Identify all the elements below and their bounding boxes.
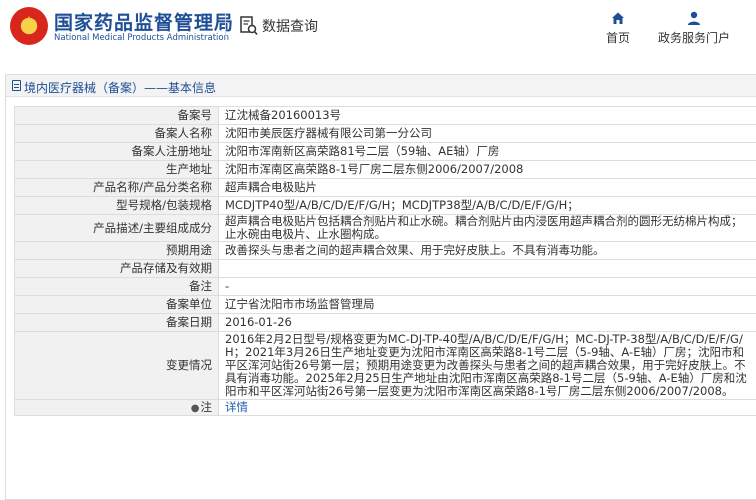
field-value: 沈阳市美辰医疗器械有限公司第一分公司 xyxy=(218,124,756,143)
field-label: 备案号 xyxy=(14,106,219,125)
document-icon xyxy=(12,80,21,91)
nmpa-emblem-icon xyxy=(10,7,48,45)
field-label: 变更情况 xyxy=(14,331,219,400)
field-value: 沈阳市浑南新区高荣路81号二层（59轴、AE轴）厂房 xyxy=(218,142,756,161)
field-label: 注 xyxy=(200,399,213,414)
table-row: 产品名称/产品分类名称 超声耦合电极贴片 xyxy=(14,178,756,197)
field-value: 辽宁省沈阳市市场监督管理局 xyxy=(218,295,756,314)
table-row: 备注 - xyxy=(14,277,756,296)
field-label: 备案日期 xyxy=(14,313,219,332)
field-value xyxy=(218,259,756,278)
field-value: 详情 xyxy=(218,399,756,416)
site-header: 国家药品监督管理局 National Medical Products Admi… xyxy=(0,0,756,56)
table-row: ●注 详情 xyxy=(14,399,756,416)
field-value: 超声耦合电极贴片 xyxy=(218,178,756,197)
nav-service-label: 政务服务门户 xyxy=(657,31,730,45)
header-divider xyxy=(225,13,226,39)
field-label: 产品存储及有效期 xyxy=(14,259,219,278)
field-value: MCDJTP40型/A/B/C/D/E/F/G/H；MCDJTP38型/A/B/… xyxy=(218,196,756,215)
section-header: 境内医疗器械（备案）——基本信息 xyxy=(6,75,756,97)
info-section: 境内医疗器械（备案）——基本信息 备案号 辽沈械备20160013号 备案人名称… xyxy=(5,74,756,500)
section-title: 境内医疗器械（备案）——基本信息 xyxy=(24,81,217,95)
table-row: 备案日期 2016-01-26 xyxy=(14,313,756,332)
field-label: 预期用途 xyxy=(14,241,219,260)
field-value: 2016年2月2日型号/规格变更为MC-DJ-TP-40型/A/B/C/D/E/… xyxy=(218,331,756,400)
table-row: 备案号 辽沈械备20160013号 xyxy=(14,106,756,125)
field-label: 备案人注册地址 xyxy=(14,142,219,161)
field-value: 沈阳市浑南区高荣路8-1号厂房二层东侧2006/2007/2008 xyxy=(218,160,756,179)
table-row: 型号规格/包装规格 MCDJTP40型/A/B/C/D/E/F/G/H；MCDJ… xyxy=(14,196,756,215)
field-label: 备案单位 xyxy=(14,295,219,314)
table-row: 产品存储及有效期 xyxy=(14,259,756,278)
table-row: 备案人注册地址 沈阳市浑南新区高荣路81号二层（59轴、AE轴）厂房 xyxy=(14,142,756,161)
field-value: 2016-01-26 xyxy=(218,313,756,332)
note-label-cell: ●注 xyxy=(14,399,219,416)
table-row: 变更情况 2016年2月2日型号/规格变更为MC-DJ-TP-40型/A/B/C… xyxy=(14,331,756,400)
data-query-icon xyxy=(240,16,258,36)
field-label: 型号规格/包装规格 xyxy=(14,196,219,215)
pin-icon: ● xyxy=(190,402,200,414)
table-row: 备案人名称 沈阳市美辰医疗器械有限公司第一分公司 xyxy=(14,124,756,143)
field-label: 备注 xyxy=(14,277,219,296)
data-query-label[interactable]: 数据查询 xyxy=(262,16,318,36)
site-title[interactable]: 国家药品监督管理局 xyxy=(54,8,234,35)
table-row: 产品描述/主要组成成分 超声耦合电极贴片包括耦合剂贴片和止水碗。耦合剂贴片由内浸… xyxy=(14,214,756,242)
field-value: 辽沈械备20160013号 xyxy=(218,106,756,125)
field-value: - xyxy=(218,277,756,296)
table-row: 预期用途 改善探头与患者之间的超声耦合效果、用于完好皮肤上。不具有消毒功能。 xyxy=(14,241,756,260)
nav-home[interactable]: 首页 xyxy=(598,10,638,46)
table-row: 生产地址 沈阳市浑南区高荣路8-1号厂房二层东侧2006/2007/2008 xyxy=(14,160,756,179)
nav-home-label: 首页 xyxy=(605,31,630,45)
nav-service-portal[interactable]: 政务服务门户 xyxy=(652,10,736,46)
field-value: 超声耦合电极贴片包括耦合剂贴片和止水碗。耦合剂贴片由内浸医用超声耦合剂的圆形无纺… xyxy=(218,214,756,242)
field-value: 改善探头与患者之间的超声耦合效果、用于完好皮肤上。不具有消毒功能。 xyxy=(218,241,756,260)
field-label: 产品名称/产品分类名称 xyxy=(14,178,219,197)
field-label: 备案人名称 xyxy=(14,124,219,143)
record-table: 备案号 辽沈械备20160013号 备案人名称 沈阳市美辰医疗器械有限公司第一分… xyxy=(14,106,756,416)
detail-link[interactable]: 详情 xyxy=(225,400,248,414)
user-icon xyxy=(688,11,700,25)
home-icon xyxy=(612,12,624,24)
field-label: 生产地址 xyxy=(14,160,219,179)
field-label: 产品描述/主要组成成分 xyxy=(14,214,219,242)
table-row: 备案单位 辽宁省沈阳市市场监督管理局 xyxy=(14,295,756,314)
site-subtitle: National Medical Products Administration xyxy=(54,33,229,43)
